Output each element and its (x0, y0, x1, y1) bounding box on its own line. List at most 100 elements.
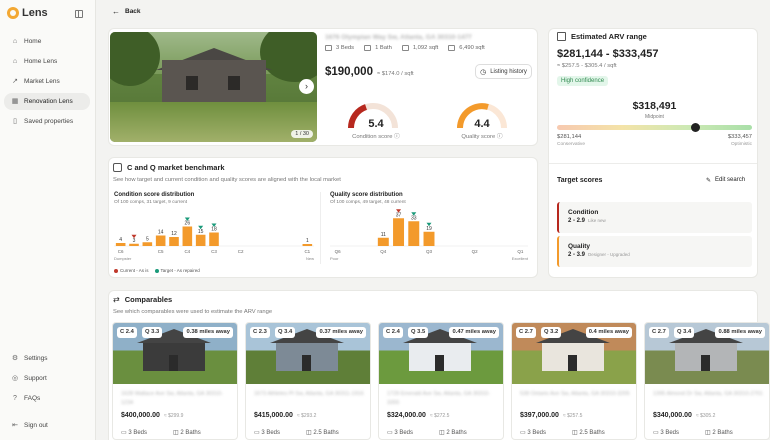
bar[interactable] (155, 235, 166, 247)
listing-history-button[interactable]: ◷ Listing history (475, 64, 532, 79)
arrow-left-icon: ← (112, 7, 120, 16)
info-icon[interactable]: ⓘ (497, 134, 503, 140)
comparable-price: $324,000.00 (387, 412, 426, 419)
comparable-baths: 2 Baths (446, 430, 467, 436)
bar[interactable] (129, 243, 139, 246)
distance-tag: 0.4 miles away (585, 327, 632, 338)
condition-chart-subtitle: Of 100 comps, 31 target, 9 current (114, 200, 188, 205)
sidebar-item-sign-out[interactable]: ⇤ Sign out (4, 417, 90, 434)
bar-value-label: 1 (306, 238, 309, 244)
comparable-card[interactable]: C 2.4 Q 3.5 0.47 miles away 1729 Emerald Av… (378, 322, 504, 440)
comparables-title: Comparables (124, 295, 173, 304)
edit-search-label: Edit search (715, 177, 746, 183)
bar[interactable] (302, 244, 313, 246)
axis-left-label: Poor (330, 256, 339, 261)
back-button[interactable]: ← Back (112, 7, 141, 16)
bed-icon (325, 45, 332, 51)
sidebar-item-home-lens[interactable]: ⌂ Home Lens (4, 53, 90, 70)
bar[interactable] (115, 243, 126, 246)
comparable-card[interactable]: C 2.7 Q 3.2 0.4 miles away 538 Ontario Ave … (511, 322, 637, 440)
comparable-ppsf: ≈ $305.2 (695, 413, 716, 419)
sidebar-item-faqs[interactable]: ? FAQs (4, 390, 90, 407)
bar-value-label: 37 (396, 212, 402, 218)
target-condition: Condition 2 - 2.9 Like new (557, 202, 752, 233)
comparable-address: 1628 Wallace Ave Sw, Atlanta, GA 30310-1… (121, 391, 223, 406)
quality-tag: Q 3.4 (275, 327, 296, 338)
distance-tag: 0.37 miles away (316, 327, 366, 338)
target-condition-note: Like new (588, 218, 606, 223)
condition-chart-title: Condition score distribution (114, 192, 195, 198)
comparable-beds: 3 Beds (394, 430, 414, 436)
target-quality-range: 2 - 3.9 (568, 252, 586, 258)
comparable-ppsf: ≈ $257.5 (562, 413, 583, 419)
sidebar-item-renovation-lens[interactable]: ▦ Renovation Lens (4, 93, 90, 110)
sidebar-item-label: Saved properties (24, 118, 74, 125)
list-price: $190,000 (325, 66, 373, 78)
baths: 1 Bath (375, 45, 392, 51)
bar-value-label: 15 (198, 229, 204, 235)
bar[interactable] (408, 221, 420, 246)
wrench-icon: ▦ (11, 97, 19, 105)
comparable-address: 1729 Emerald Ave Sw, Atlanta, GA 30310-3… (387, 391, 490, 406)
sqft-icon (401, 45, 409, 51)
bar-value-label: 4 (119, 237, 122, 243)
comparable-price-row: $324,000.00 ≈ $272.5 (387, 412, 449, 419)
comparable-beds: 3 Beds (128, 430, 148, 436)
condition-score: 5.4 (368, 118, 384, 130)
bar[interactable] (182, 226, 193, 247)
bookmark-icon: ▯ (13, 117, 17, 125)
bar[interactable] (377, 237, 389, 246)
category-label: Q3 (426, 249, 433, 254)
sidebar-item-market-lens[interactable]: ↗ Market Lens (4, 73, 90, 90)
arv-high: $333,457 (727, 134, 752, 140)
arv-title: Estimated ARV range (571, 32, 647, 41)
arv-range: $281,144 - $333,457 (557, 48, 659, 60)
bath-icon: ◫ (173, 430, 179, 436)
pencil-icon: ✎ (706, 178, 712, 184)
property-photo[interactable]: › 1 / 30 (110, 32, 317, 142)
bar[interactable] (169, 237, 179, 246)
comparable-card[interactable]: C 2.3 Q 3.4 0.37 miles away 1673 Athletes P… (245, 322, 371, 440)
price-per-sqft: ≈ $174.0 / sqft (376, 71, 414, 77)
sidebar-item-label: Market Lens (24, 78, 60, 85)
sidebar-item-saved-properties[interactable]: ▯ Saved properties (4, 113, 90, 130)
bed-icon: ▭ (121, 430, 127, 436)
bar[interactable] (423, 231, 435, 246)
price-row: $190,000 ≈ $174.0 / sqft (325, 66, 414, 78)
sidebar-item-home[interactable]: ⌂ Home (4, 33, 90, 50)
arv-high-label: Optimistic (730, 142, 752, 147)
bed-icon: ▭ (387, 430, 393, 436)
edit-search-button[interactable]: ✎ Edit search (706, 177, 745, 184)
condition-tag: C 2.4 (117, 327, 137, 338)
benchmark-title: C and Q market benchmark (127, 163, 225, 172)
bar-value-label: 18 (211, 227, 217, 233)
bar[interactable] (393, 218, 405, 246)
comparable-address: 538 Ontario Ave Sw, Atlanta, GA 30310-32… (520, 391, 630, 397)
bar-value-label: 14 (158, 230, 164, 236)
sidebar-item-label: Settings (24, 355, 48, 362)
bar[interactable] (195, 234, 206, 246)
info-icon[interactable]: ⓘ (394, 134, 400, 140)
comparable-card[interactable]: C 2.4 Q 3.3 0.38 miles away 1628 Wallace Av… (112, 322, 238, 440)
legend-target: Target - As repaired (160, 268, 200, 273)
sidebar-item-support[interactable]: ◎ Support (4, 370, 90, 387)
bar-value-label: 5 (146, 236, 149, 242)
gear-icon: ⚙ (11, 354, 19, 362)
benchmark-subtitle: See how target and current condition and… (113, 177, 341, 183)
sidebar-item-settings[interactable]: ⚙ Settings (4, 350, 90, 367)
comparable-card[interactable]: C 2.7 Q 3.4 0.88 miles away 1395 Almond Dr … (644, 322, 770, 440)
comparables-subtitle: See which comparables were used to estim… (113, 309, 273, 315)
bar[interactable] (142, 242, 153, 246)
next-photo-button[interactable]: › (299, 79, 314, 94)
distance-tag: 0.47 miles away (449, 327, 499, 338)
legend-current: Current - As is (120, 268, 149, 273)
target-dot (154, 268, 159, 273)
target-quality-name: Quality (568, 243, 591, 250)
comparable-baths: 2 Baths (712, 430, 733, 436)
bar[interactable] (209, 232, 219, 247)
quality-tag: Q 3.5 (408, 327, 429, 338)
app-logo[interactable]: Lens (7, 7, 48, 19)
quality-chart-subtitle: Of 100 comps, 49 target, 48 current (330, 200, 406, 205)
condition-tag: C 2.3 (250, 327, 270, 338)
sidebar-toggle-icon[interactable] (75, 10, 83, 18)
